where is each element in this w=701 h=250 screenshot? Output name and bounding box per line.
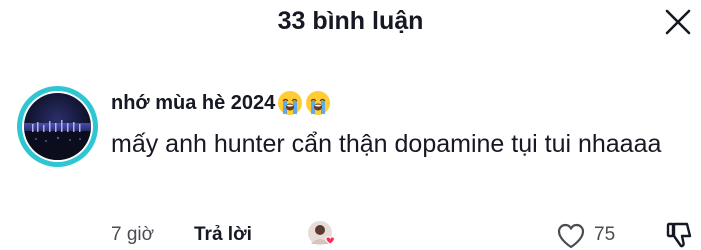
comments-count-title: 33 bình luận — [277, 7, 424, 35]
close-icon[interactable] — [663, 7, 693, 37]
comment-text: mấy anh hunter cẩn thận dopamine tụi tui… — [111, 130, 662, 158]
loudly-crying-face-icon — [305, 90, 331, 116]
comment-username[interactable]: nhớ mùa hè 2024 — [111, 88, 331, 118]
like-count: 75 — [594, 224, 616, 245]
username-text: nhớ mùa hè 2024 — [111, 92, 276, 114]
avatar-image — [24, 93, 91, 160]
reply-button[interactable]: Trả lời — [194, 221, 252, 249]
comments-panel: 33 bình luận nhớ mùa hè 2024 mấy anh hun… — [0, 0, 701, 250]
avatar[interactable] — [17, 86, 98, 167]
heart-outline-icon[interactable] — [556, 222, 586, 250]
comment-time: 7 giờ — [111, 224, 155, 245]
creator-liked-avatar-icon — [307, 220, 337, 250]
loudly-crying-face-icon — [277, 90, 303, 116]
thumbs-down-icon[interactable] — [665, 220, 695, 250]
